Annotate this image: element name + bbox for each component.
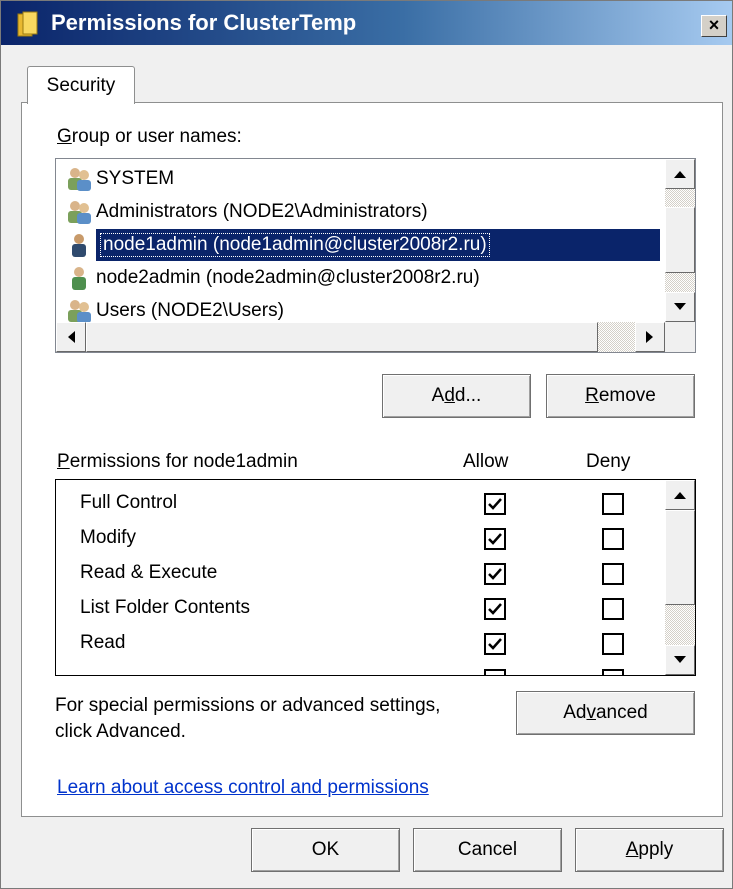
checkmark-icon — [488, 498, 502, 510]
checkmark-icon — [488, 533, 502, 545]
permission-row: Read & Execute — [56, 558, 666, 592]
list-item-label: node1admin (node1admin@cluster2008r2.ru) — [100, 233, 490, 257]
tab-security[interactable]: Security — [27, 66, 135, 104]
remove-button[interactable]: Remove — [546, 374, 695, 418]
ok-button[interactable]: OK — [251, 828, 400, 872]
permission-row: Full Control — [56, 488, 666, 522]
group-list-hscrollbar[interactable] — [56, 322, 665, 352]
permission-name: Full Control — [80, 492, 178, 513]
arrow-down-icon — [674, 656, 686, 663]
arrow-down-icon — [674, 303, 686, 310]
folder-icon — [17, 11, 38, 37]
group-list-label: Group or user names: — [57, 126, 242, 147]
scroll-track[interactable] — [665, 605, 695, 645]
scroll-track[interactable] — [598, 322, 635, 352]
allow-checkbox[interactable] — [484, 528, 506, 550]
list-item-label: Users (NODE2\Users) — [96, 300, 284, 321]
deny-checkbox[interactable] — [602, 669, 624, 675]
allow-checkbox[interactable] — [484, 563, 506, 585]
permission-name: List Folder Contents — [80, 597, 251, 618]
group-users-icon — [68, 201, 91, 224]
scrollbar-corner — [665, 322, 695, 352]
permissions-list[interactable]: Full Control Modify Read & Execute List … — [55, 479, 696, 676]
permissions-dialog: Permissions for ClusterTemp × Security G… — [0, 0, 733, 889]
scroll-thumb[interactable] — [86, 322, 598, 352]
apply-button[interactable]: Apply — [575, 828, 724, 872]
list-item-label: SYSTEM — [96, 168, 175, 189]
scroll-track[interactable] — [665, 273, 695, 292]
checkmark-icon — [488, 603, 502, 615]
permissions-vscrollbar[interactable] — [665, 480, 695, 675]
arrow-up-icon — [674, 492, 686, 499]
deny-checkbox[interactable] — [602, 563, 624, 585]
user-icon — [72, 234, 86, 257]
list-item-label: Administrators (NODE2\Administrators) — [96, 201, 428, 222]
deny-column-header: Deny — [586, 451, 631, 472]
arrow-right-icon — [646, 331, 653, 343]
title-bar[interactable]: Permissions for ClusterTemp × — [1, 1, 732, 45]
advanced-note-line2: click Advanced. — [55, 721, 186, 742]
list-item[interactable]: Administrators (NODE2\Administrators) — [66, 196, 666, 228]
permission-row: Read — [56, 628, 666, 662]
allow-checkbox[interactable] — [484, 493, 506, 515]
cancel-button[interactable]: Cancel — [413, 828, 562, 872]
permission-row: List Folder Contents — [56, 593, 666, 627]
list-item[interactable]: SYSTEM — [66, 163, 666, 195]
group-user-listbox[interactable]: SYSTEM Administrators (NODE2\Administrat… — [55, 158, 696, 353]
advanced-note-line1: For special permissions or advanced sett… — [55, 695, 441, 716]
window-title: Permissions for ClusterTemp — [51, 10, 357, 35]
deny-checkbox[interactable] — [602, 598, 624, 620]
user-icon — [72, 267, 86, 290]
group-list-vscrollbar[interactable] — [665, 159, 695, 322]
scroll-down-button[interactable] — [665, 292, 695, 322]
scroll-thumb[interactable] — [665, 510, 695, 605]
list-item[interactable]: node2admin (node2admin@cluster2008r2.ru) — [66, 262, 666, 294]
scroll-up-button[interactable] — [665, 159, 695, 189]
permission-name: Read & Execute — [80, 562, 218, 583]
checkmark-icon — [488, 568, 502, 580]
allow-checkbox[interactable] — [484, 633, 506, 655]
access-control-help-link[interactable]: Learn about access control and permissio… — [57, 777, 429, 799]
permission-name: Modify — [80, 527, 136, 548]
list-item-selected[interactable]: node1admin (node1admin@cluster2008r2.ru) — [72, 229, 660, 261]
permission-row: Modify — [56, 523, 666, 557]
add-button[interactable]: Add... — [382, 374, 531, 418]
permission-name: Read — [80, 632, 126, 653]
advanced-button[interactable]: Advanced — [516, 691, 695, 735]
allow-column-header: Allow — [463, 451, 509, 472]
scroll-up-button[interactable] — [665, 480, 695, 510]
group-users-icon — [68, 168, 91, 191]
scroll-thumb[interactable] — [665, 207, 695, 273]
deny-checkbox[interactable] — [602, 528, 624, 550]
close-button[interactable]: × — [701, 15, 727, 37]
deny-checkbox[interactable] — [602, 633, 624, 655]
deny-checkbox[interactable] — [602, 493, 624, 515]
checkmark-icon — [488, 638, 502, 650]
group-users-icon — [68, 300, 91, 323]
allow-checkbox[interactable] — [484, 669, 506, 675]
scroll-left-button[interactable] — [56, 322, 86, 352]
scroll-track[interactable] — [665, 189, 695, 207]
permissions-label: Permissions for node1admin — [57, 451, 298, 472]
arrow-up-icon — [674, 171, 686, 178]
scroll-down-button[interactable] — [665, 645, 695, 675]
close-icon: × — [708, 15, 720, 35]
list-item-label: node2admin (node2admin@cluster2008r2.ru) — [96, 267, 480, 288]
arrow-left-icon — [68, 331, 75, 343]
allow-checkbox[interactable] — [484, 598, 506, 620]
scroll-right-button[interactable] — [635, 322, 665, 352]
